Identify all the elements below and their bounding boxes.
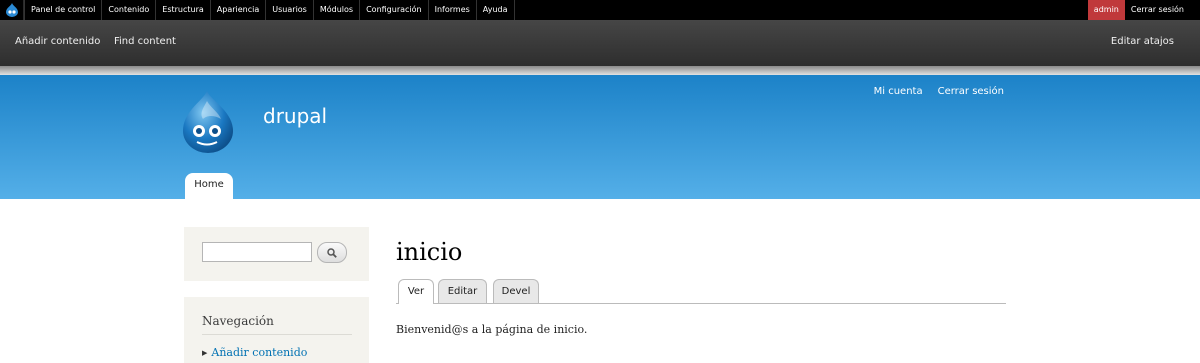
toolbar-home-icon[interactable] [0,0,24,20]
toolbar-user-link[interactable]: admin [1087,0,1125,20]
tab-devel[interactable]: Devel [493,279,539,303]
nav-item-label: Añadir contenido [211,346,308,359]
site-name[interactable]: drupal [263,104,327,128]
shortcuts-bar: Añadir contenido Find content Editar ata… [0,20,1200,66]
search-button[interactable] [317,242,347,263]
search-icon [327,247,337,258]
shortcut-find-content[interactable]: Find content [114,36,176,47]
shortcut-add-content[interactable]: Añadir contenido [15,36,100,47]
toolbar-item-ayuda[interactable]: Ayuda [477,0,515,20]
main-menu-home-tab[interactable]: Home [185,173,233,199]
navigation-block: Navegación ▶ Añadir contenido [184,297,369,363]
logout-link[interactable]: Cerrar sesión [938,86,1004,97]
toolbar-item-modulos[interactable]: Módulos [314,0,361,20]
toolbar-item-apariencia[interactable]: Apariencia [211,0,267,20]
site-header: drupal Mi cuenta Cerrar sesión Home [0,75,1200,199]
page-body-text: Bienvenid@s a la página de inicio. [396,323,588,336]
toolbar-item-informes[interactable]: Informes [429,0,477,20]
toolbar-item-usuarios[interactable]: Usuarios [266,0,314,20]
toolbar-item-panel[interactable]: Panel de control [24,0,103,20]
toolbar-item-estructura[interactable]: Estructura [156,0,211,20]
navigation-title: Navegación [202,314,274,328]
drupal-logo-icon[interactable] [177,89,239,155]
secondary-menu: Mi cuenta Cerrar sesión [874,86,1004,97]
toolbar-item-configuracion[interactable]: Configuración [360,0,429,20]
toolbar-item-contenido[interactable]: Contenido [102,0,157,20]
local-tabs: Ver Editar Devel [396,279,1006,304]
edit-shortcuts-link[interactable]: Editar atajos [1111,36,1174,47]
tab-ver[interactable]: Ver [398,279,434,304]
search-block [184,227,369,281]
toolbar-logout-link[interactable]: Cerrar sesión [1125,0,1200,20]
triangle-right-icon: ▶ [202,348,208,357]
my-account-link[interactable]: Mi cuenta [874,86,923,97]
tab-editar[interactable]: Editar [438,279,487,303]
navigation-divider [202,334,352,335]
admin-toolbar: Panel de control Contenido Estructura Ap… [0,0,1200,20]
nav-item-add-content[interactable]: ▶ Añadir contenido [202,346,307,359]
search-input[interactable] [202,242,312,262]
toolbar-user-menu: admin Cerrar sesión [1087,0,1200,20]
page-title: inicio [396,238,463,266]
toolbar-menu: Panel de control Contenido Estructura Ap… [24,0,515,20]
